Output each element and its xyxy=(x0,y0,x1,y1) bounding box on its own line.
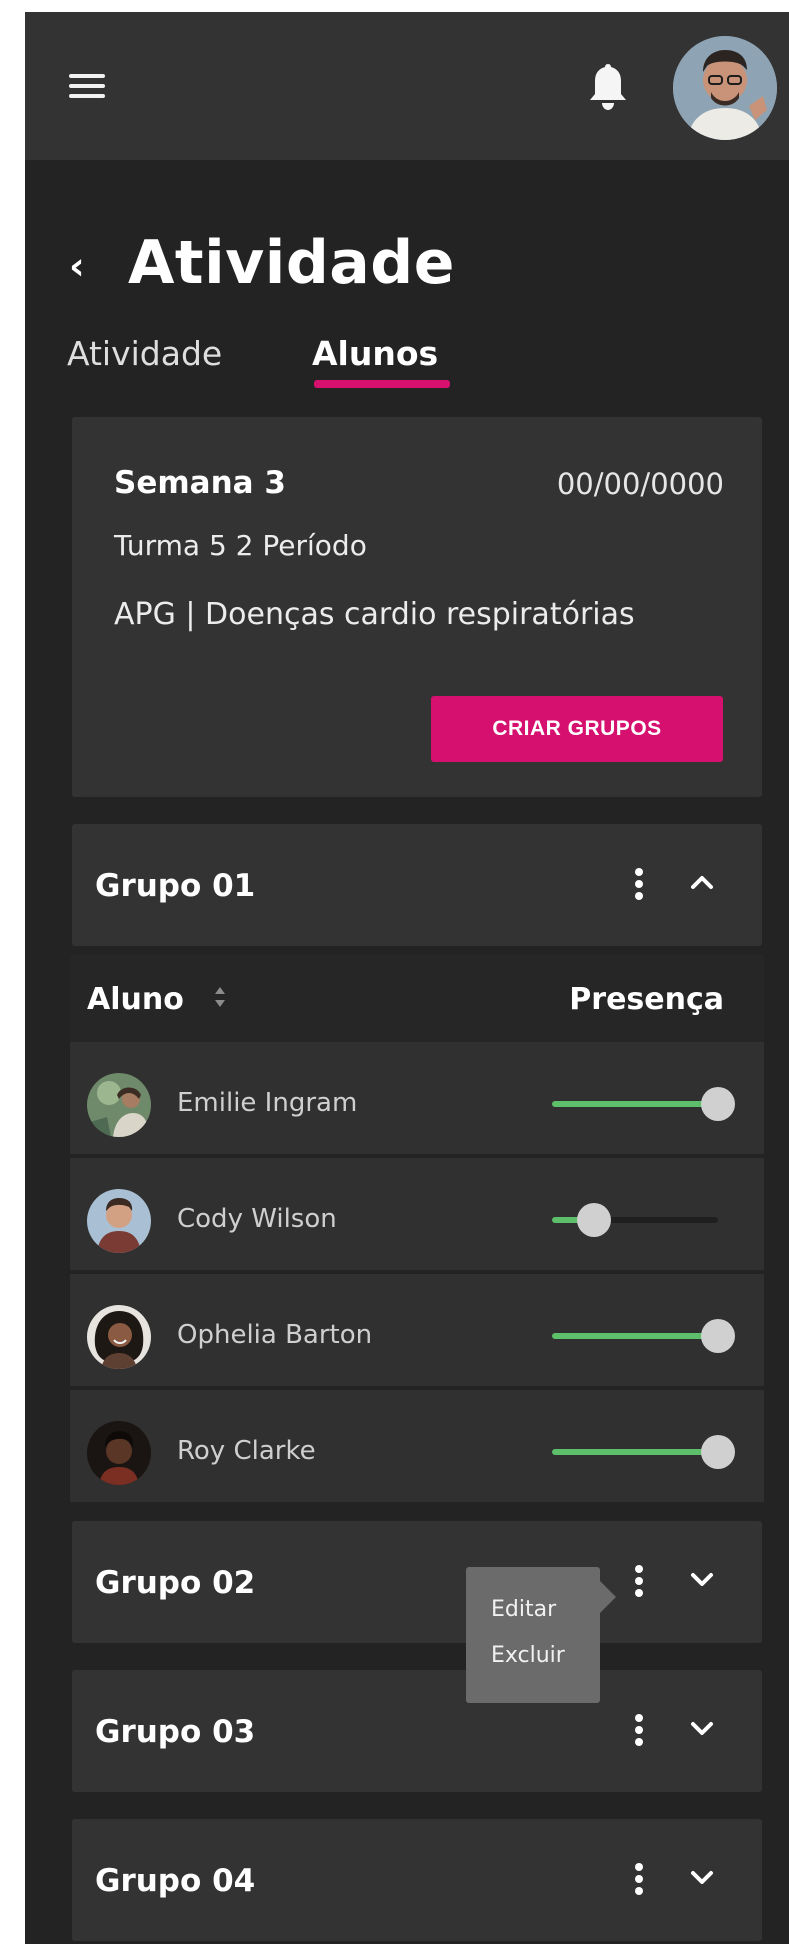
group-title: Grupo 04 xyxy=(95,1863,256,1899)
presence-slider[interactable] xyxy=(552,1087,735,1121)
sort-icon[interactable] xyxy=(212,984,228,1010)
group-context-menu: Editar Excluir xyxy=(466,1567,616,1703)
activity-date: 00/00/0000 xyxy=(556,467,724,501)
presence-slider-fill xyxy=(552,1333,718,1339)
hamburger-icon[interactable] xyxy=(69,74,105,100)
students-table-header: Aluno Presença xyxy=(70,954,764,1042)
user-avatar[interactable] xyxy=(673,36,777,140)
active-tab-indicator xyxy=(314,380,450,388)
presence-slider-fill xyxy=(552,1101,718,1107)
presence-slider[interactable] xyxy=(552,1203,718,1237)
student-name: Cody Wilson xyxy=(177,1204,337,1234)
presence-slider-knob[interactable] xyxy=(701,1319,735,1353)
top-app-bar xyxy=(25,12,789,160)
week-label: Semana 3 xyxy=(114,465,286,501)
tab-atividade[interactable]: Atividade xyxy=(67,334,222,373)
kebab-icon[interactable] xyxy=(632,1565,646,1605)
presence-slider-knob[interactable] xyxy=(701,1435,735,1469)
kebab-icon[interactable] xyxy=(632,868,646,908)
presence-slider[interactable] xyxy=(552,1319,735,1353)
avatar xyxy=(87,1073,151,1137)
avatar xyxy=(87,1305,151,1369)
group-header-02[interactable]: Grupo 02 xyxy=(72,1521,762,1643)
tab-alunos[interactable]: Alunos xyxy=(312,334,438,373)
column-header-student[interactable]: Aluno xyxy=(87,982,184,1017)
table-row: Roy Clarke xyxy=(70,1390,764,1504)
class-period: Turma 5 2 Período xyxy=(114,529,367,562)
group-header-04[interactable]: Grupo 04 xyxy=(72,1819,762,1941)
menu-item-edit[interactable]: Editar xyxy=(491,1597,556,1622)
chevron-up-icon[interactable] xyxy=(684,864,720,900)
group-header-03[interactable]: Grupo 03 xyxy=(72,1670,762,1792)
kebab-icon[interactable] xyxy=(632,1714,646,1754)
bell-icon[interactable] xyxy=(585,60,631,114)
group-header-01[interactable]: Grupo 01 xyxy=(72,824,762,946)
presence-slider-knob[interactable] xyxy=(576,1203,611,1237)
discipline-name: APG | Doenças cardio respiratórias xyxy=(114,597,635,632)
student-name: Ophelia Barton xyxy=(177,1320,373,1350)
table-row: Ophelia Barton xyxy=(70,1274,764,1388)
chevron-down-icon[interactable] xyxy=(684,1561,720,1597)
student-name: Emilie Ingram xyxy=(177,1088,358,1118)
chevron-left-icon[interactable]: ‹ xyxy=(69,244,85,288)
menu-item-delete[interactable]: Excluir xyxy=(491,1643,565,1668)
page-title: Atividade xyxy=(128,228,455,298)
create-groups-button[interactable]: CRIAR GRUPOS xyxy=(431,696,723,762)
group-title: Grupo 03 xyxy=(95,1714,256,1750)
table-row: Cody Wilson xyxy=(70,1158,764,1272)
table-row: Emilie Ingram xyxy=(70,1042,764,1156)
group-title: Grupo 02 xyxy=(95,1565,256,1601)
activity-info-card: Semana 3 00/00/0000 Turma 5 2 Período AP… xyxy=(72,417,762,797)
student-name: Roy Clarke xyxy=(177,1436,316,1466)
chevron-down-icon[interactable] xyxy=(684,1710,720,1746)
presence-slider[interactable] xyxy=(552,1435,735,1469)
group-title: Grupo 01 xyxy=(95,868,256,904)
avatar xyxy=(87,1189,151,1253)
column-header-presence: Presença xyxy=(569,982,724,1017)
chevron-down-icon[interactable] xyxy=(684,1859,720,1895)
kebab-icon[interactable] xyxy=(632,1863,646,1903)
avatar xyxy=(87,1421,151,1485)
app-screen: ‹ Atividade Atividade Alunos Semana 3 00… xyxy=(25,12,789,1944)
presence-slider-fill xyxy=(552,1449,718,1455)
presence-slider-knob[interactable] xyxy=(701,1087,735,1121)
